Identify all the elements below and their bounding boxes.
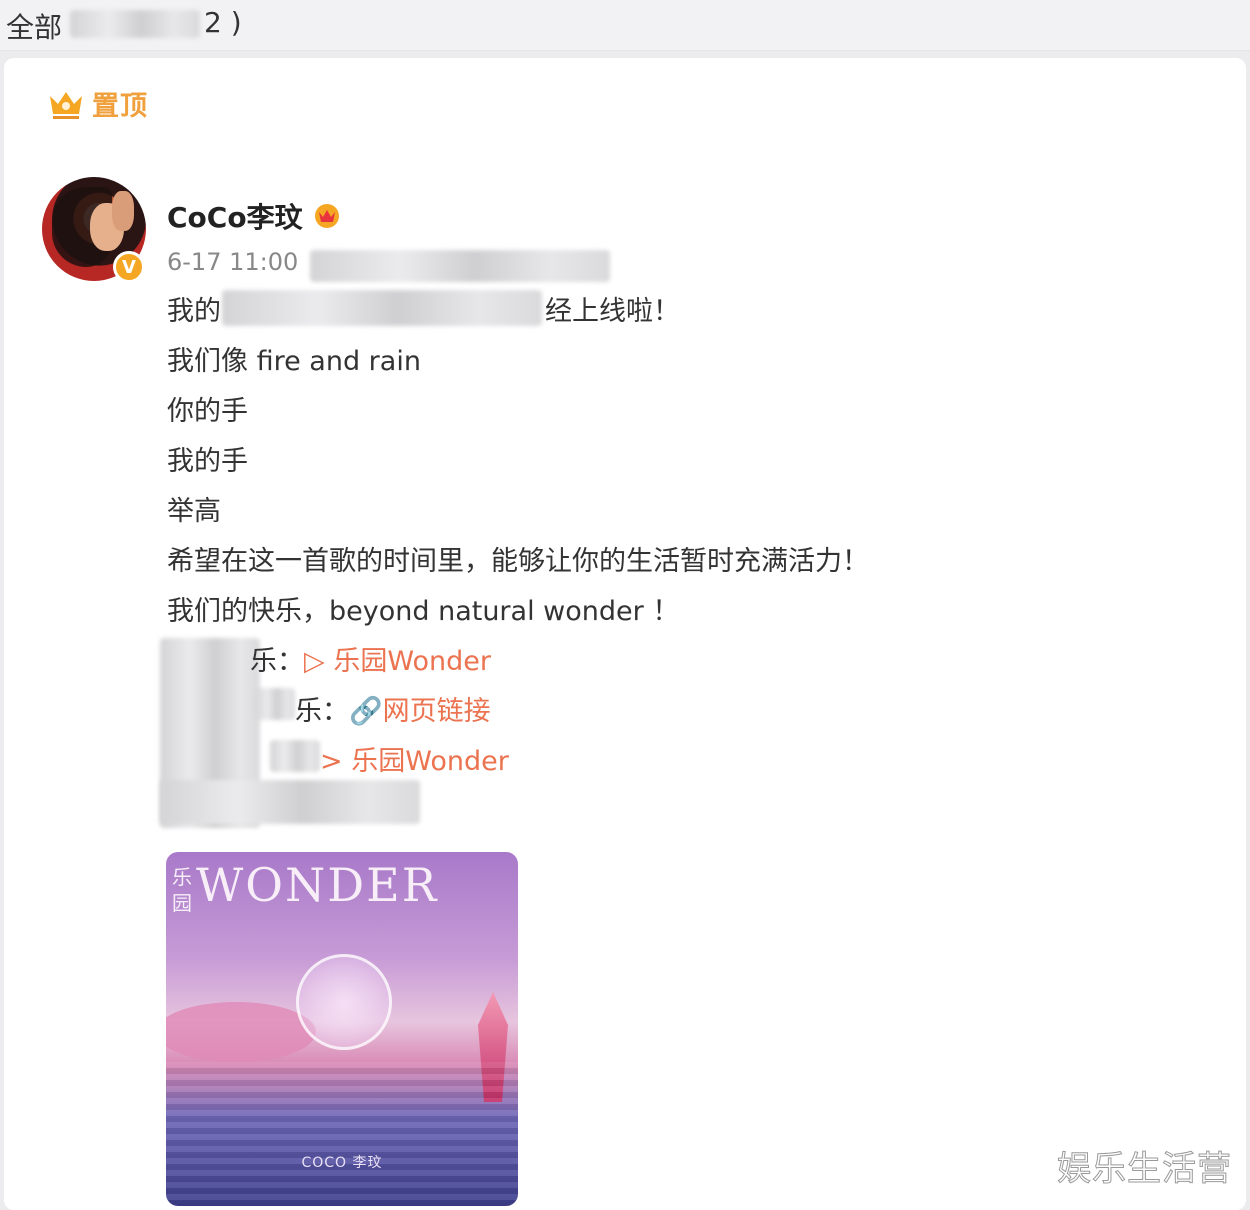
blurred-text	[222, 290, 542, 326]
post-image[interactable]: 乐园 WONDER COCO 李玟	[166, 852, 518, 1206]
post-line-1b: 经上线啦！	[545, 296, 680, 327]
music-link-row-1: 乐：▷ 乐园Wonder	[250, 646, 491, 677]
music-link-3[interactable]: > 乐园Wonder	[320, 746, 509, 777]
verified-badge-icon: V	[113, 251, 145, 283]
vip-crown-icon	[314, 204, 339, 228]
image-side-text: 乐园	[172, 865, 192, 915]
post-line-7: 我们的快乐，beyond natural wonder ！	[167, 596, 680, 627]
music-link-row-3: > 乐园Wonder	[320, 739, 509, 778]
post-line-6: 希望在这一首歌的时间里，能够让你的生活暂时充满活力！	[167, 546, 869, 577]
watermark: 娱乐生活营	[1057, 1149, 1232, 1190]
blurred-line	[160, 780, 420, 824]
author-name[interactable]: CoCo李玟	[167, 196, 343, 236]
post-count-suffix: 2 )	[204, 6, 242, 39]
image-orb	[296, 954, 392, 1050]
post-timestamp[interactable]: 6-17 11:00	[167, 248, 298, 276]
music-link-1[interactable]: ▷ 乐园Wonder	[304, 646, 491, 677]
post-line-2: 我们像 fire and rain	[167, 346, 421, 377]
music-link-row-2: 乐：🔗网页链接	[295, 696, 491, 727]
pinned-label: 置顶	[92, 91, 148, 122]
blurred-count	[70, 10, 200, 38]
post-line-3: 你的手	[167, 396, 248, 427]
post-line-4: 我的手	[167, 446, 248, 477]
crown-icon	[50, 91, 82, 119]
pinned-badge: 置顶	[48, 84, 148, 123]
image-title: WONDER	[196, 858, 439, 912]
post-line-5: 举高	[167, 496, 221, 527]
all-posts-label[interactable]: 全部	[6, 6, 62, 46]
web-link[interactable]: 网页链接	[383, 696, 491, 727]
post-line-1a: 我的	[167, 296, 221, 327]
image-artist: COCO 李玟	[301, 1155, 383, 1171]
link-icon: 🔗	[349, 696, 383, 727]
filter-bar: 全部 2 )	[0, 0, 1250, 51]
blurred-source	[310, 250, 610, 282]
